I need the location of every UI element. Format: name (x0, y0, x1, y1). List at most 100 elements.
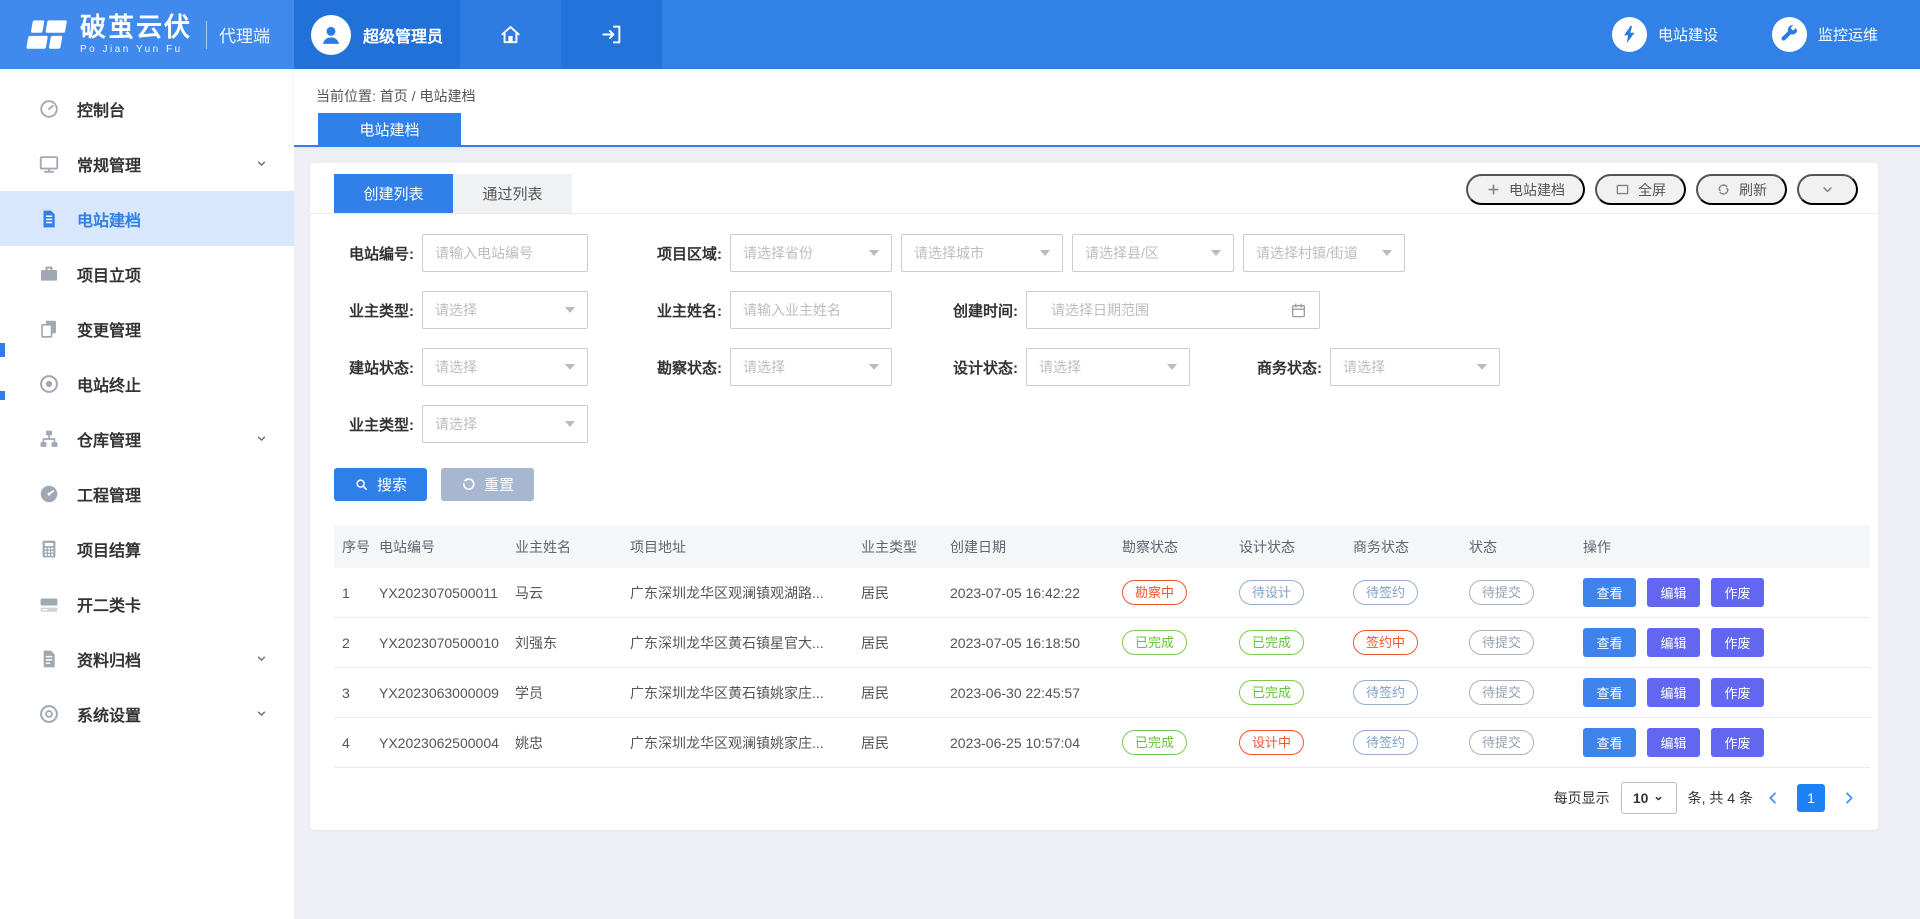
daterange-input[interactable] (1039, 292, 1290, 328)
logout-icon (600, 23, 623, 46)
filter-daterange[interactable] (1026, 291, 1320, 329)
reset-button[interactable]: 重置 (441, 468, 534, 501)
table-row: 1YX2023070500011马云广东深圳龙华区观澜镇观湖路...居民2023… (334, 568, 1870, 618)
page-tab[interactable]: 电站建档 (318, 113, 461, 145)
tab-0[interactable]: 创建列表 (334, 174, 453, 213)
filter-group: 业主类型:请选择 (334, 291, 588, 329)
home-button[interactable] (460, 0, 561, 69)
edit-button[interactable]: 编辑 (1647, 628, 1700, 657)
next-page-icon[interactable] (1840, 789, 1858, 807)
filter-row-2: 建站状态:请选择勘察状态:请选择设计状态:请选择商务状态:请选择 (334, 348, 1854, 386)
select-caret-icon (565, 364, 575, 370)
sidebar-item-monitor[interactable]: 常规管理 (0, 136, 294, 191)
quick-nav-item-1[interactable]: 监控运维 (1772, 17, 1878, 52)
sidebar-item-dashboard[interactable]: 控制台 (0, 81, 294, 136)
void-button[interactable]: 作废 (1711, 728, 1764, 757)
filter-select[interactable]: 请选择 (422, 291, 588, 329)
filter-select[interactable]: 请选择 (422, 405, 588, 443)
column-header: 序号 (334, 537, 379, 557)
cell-created: 2023-06-25 10:57:04 (950, 735, 1122, 751)
quick-nav-circle (1612, 17, 1647, 52)
filter-select[interactable]: 请选择城市 (901, 234, 1063, 272)
cell-no: 3 (334, 685, 379, 701)
filter-select[interactable]: 请选择 (730, 348, 892, 386)
cell-type: 居民 (861, 683, 950, 703)
toolbar-action-chevdown[interactable] (1797, 174, 1858, 205)
sidebar-item-gauge[interactable]: 工程管理 (0, 466, 294, 521)
cell-no: 4 (334, 735, 379, 751)
column-header: 商务状态 (1353, 537, 1469, 557)
cell-address: 广东深圳龙华区观澜镇姚家庄... (630, 733, 861, 753)
select-placeholder: 请选择 (1039, 357, 1081, 377)
design-status-cell: 待设计 (1239, 580, 1353, 605)
view-button[interactable]: 查看 (1583, 628, 1636, 657)
view-button[interactable]: 查看 (1583, 678, 1636, 707)
filter-select[interactable]: 请选择省份 (730, 234, 892, 272)
edit-button[interactable]: 编辑 (1647, 678, 1700, 707)
prev-page-icon[interactable] (1764, 789, 1782, 807)
filter-label: 勘察状态: (642, 357, 730, 378)
view-button[interactable]: 查看 (1583, 578, 1636, 607)
filter-select[interactable]: 请选择县/区 (1072, 234, 1234, 272)
sidebar-item-label: 电站终止 (77, 372, 268, 396)
select-caret-icon (1211, 250, 1221, 256)
search-icon (354, 477, 369, 492)
tab-1[interactable]: 通过列表 (453, 174, 572, 213)
filter-row-3: 业主类型:请选择 (334, 405, 1854, 443)
quick-nav-item-0[interactable]: 电站建设 (1612, 17, 1718, 52)
sidebar-item-briefcase[interactable]: 项目立项 (0, 246, 294, 301)
edit-button[interactable]: 编辑 (1647, 578, 1700, 607)
toolbar-action-label: 全屏 (1638, 180, 1666, 200)
filter-select[interactable]: 请选择 (1026, 348, 1190, 386)
select-caret-icon (869, 250, 879, 256)
refresh-icon (1716, 182, 1731, 197)
filter-input[interactable] (423, 235, 587, 271)
page-size-select[interactable]: 10 (1621, 782, 1677, 814)
business-status-badge: 待签约 (1353, 580, 1418, 605)
gear-icon (38, 703, 60, 725)
cell-code: YX2023070500010 (379, 635, 515, 651)
current-page-button[interactable]: 1 (1797, 784, 1825, 812)
sidebar-item-archive[interactable]: 资料归档 (0, 631, 294, 686)
toolbar-action-refresh[interactable]: 刷新 (1696, 174, 1787, 205)
sidebar-item-document[interactable]: 电站建档 (0, 191, 294, 246)
logout-button[interactable] (561, 0, 662, 69)
sidebar-item-files[interactable]: 变更管理 (0, 301, 294, 356)
view-button[interactable]: 查看 (1583, 728, 1636, 757)
breadcrumb-path[interactable]: 首页 / 电站建档 (380, 88, 476, 104)
cell-type: 居民 (861, 583, 950, 603)
filter-input[interactable] (731, 292, 891, 328)
person-icon (318, 22, 344, 48)
filter-select[interactable]: 请选择 (422, 348, 588, 386)
search-button-label: 搜索 (377, 474, 407, 495)
select-placeholder: 请选择 (1343, 357, 1385, 377)
void-button[interactable]: 作废 (1711, 628, 1764, 657)
sidebar-item-label: 项目结算 (77, 537, 268, 561)
filter-select[interactable]: 请选择 (1330, 348, 1500, 386)
sidebar-item-target[interactable]: 电站终止 (0, 356, 294, 411)
toolbar-action-fullscreen[interactable]: 全屏 (1595, 174, 1686, 205)
edit-button[interactable]: 编辑 (1647, 728, 1700, 757)
filter-select[interactable]: 请选择村镇/街道 (1243, 234, 1405, 272)
filter-group: 设计状态:请选择 (938, 348, 1190, 386)
sidebar-item-sitemap[interactable]: 仓库管理 (0, 411, 294, 466)
sidebar-item-calculator[interactable]: 项目结算 (0, 521, 294, 576)
filter-row-1: 业主类型:请选择业主姓名:创建时间: (334, 291, 1854, 329)
filter-input-wrap (422, 234, 588, 272)
sidebar-item-card[interactable]: 开二类卡 (0, 576, 294, 631)
app-header: 破茧云伏 Po Jian Yun Fu 代理端 超级管理员 电站建设监控运维 (0, 0, 1920, 69)
sidebar-item-gear[interactable]: 系统设置 (0, 686, 294, 741)
quick-nav-label: 电站建设 (1658, 24, 1718, 45)
void-button[interactable]: 作废 (1711, 578, 1764, 607)
status-cell: 待提交 (1469, 580, 1583, 605)
search-button[interactable]: 搜索 (334, 468, 427, 501)
sidebar-item-label: 变更管理 (77, 317, 268, 341)
void-button[interactable]: 作废 (1711, 678, 1764, 707)
filter-group: 商务状态:请选择 (1242, 348, 1500, 386)
filter-group: 建站状态:请选择 (334, 348, 588, 386)
user-menu[interactable]: 超级管理员 (294, 0, 460, 69)
wrench-icon (1779, 24, 1800, 45)
cell-type: 居民 (861, 633, 950, 653)
toolbar-action-plus[interactable]: 电站建档 (1466, 174, 1585, 205)
select-caret-icon (1167, 364, 1177, 370)
